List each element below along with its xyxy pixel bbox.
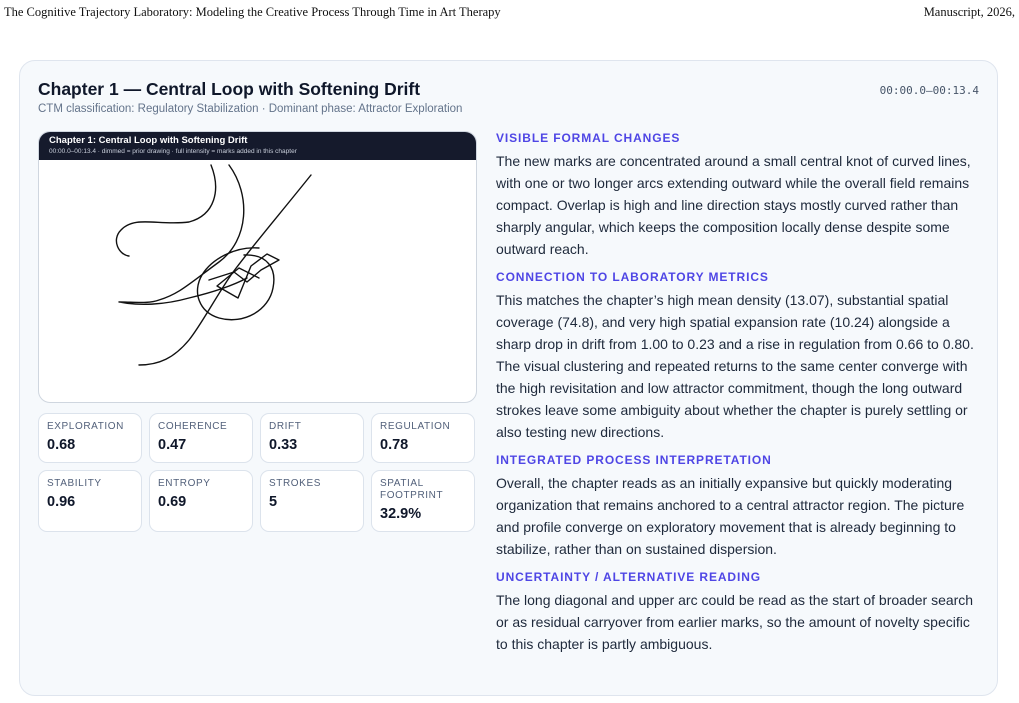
stroke-upper-hook <box>115 164 217 257</box>
section-body: This matches the chapter’s high mean den… <box>496 292 974 440</box>
section-body: The new marks are concentrated around a … <box>496 153 971 257</box>
metric-coherence: COHERENCE 0.47 <box>149 413 253 463</box>
section-body: The long diagonal and upper arc could be… <box>496 592 974 652</box>
drawing-header-legend: 00:00.0–00:13.4 · dimmed = prior drawing… <box>49 148 297 155</box>
metric-exploration: EXPLORATION 0.68 <box>38 413 142 463</box>
section-body: Overall, the chapter reads as an initial… <box>496 475 965 557</box>
metric-label: STROKES <box>269 478 321 489</box>
metric-label: REGULATION <box>380 421 451 432</box>
metric-label: COHERENCE <box>158 421 228 432</box>
drawing-canvas <box>115 164 312 366</box>
metric-value: 0.69 <box>158 494 187 510</box>
chapter-title: Chapter 1 — Central Loop with Softening … <box>38 79 421 99</box>
section-visible-formal-changes: VISIBLE FORMAL CHANGES The new marks are… <box>496 130 984 260</box>
stroke-long-diagonal <box>138 174 312 366</box>
running-header-venue: Manuscript, 2026, <box>923 5 1015 19</box>
metric-value: 0.47 <box>158 437 187 453</box>
section-integrated-interpretation: INTEGRATED PROCESS INTERPRETATION Overal… <box>496 452 984 560</box>
running-header-title: The Cognitive Trajectory Laboratory: Mod… <box>4 5 501 19</box>
metrics-grid: EXPLORATION 0.68 COHERENCE 0.47 DRIFT 0.… <box>38 413 477 532</box>
chapter-card: Chapter 1 — Central Loop with Softening … <box>19 60 998 696</box>
chapter-timecode: 00:00.0–00:13.4 <box>879 84 979 97</box>
metric-regulation: REGULATION 0.78 <box>371 413 475 463</box>
drawing-panel: Chapter 1: Central Loop with Softening D… <box>38 131 477 403</box>
metric-drift: DRIFT 0.33 <box>260 413 364 463</box>
stroke-central-knot <box>208 253 280 299</box>
metric-value: 0.96 <box>47 494 76 510</box>
metric-label: STABILITY <box>47 478 102 489</box>
metric-label: SPATIAL FOOTPRINT <box>380 478 444 501</box>
drawing-header-title: Chapter 1: Central Loop with Softening D… <box>49 135 248 146</box>
metric-label: DRIFT <box>269 421 302 432</box>
metric-stability: STABILITY 0.96 <box>38 470 142 532</box>
section-connection-to-metrics: CONNECTION TO LABORATORY METRICS This ma… <box>496 269 984 443</box>
metric-value: 5 <box>269 494 278 510</box>
metric-value: 0.78 <box>380 437 409 453</box>
metric-value: 0.33 <box>269 437 298 453</box>
interpretation-column: VISIBLE FORMAL CHANGES The new marks are… <box>496 130 984 664</box>
section-heading: VISIBLE FORMAL CHANGES <box>496 131 681 145</box>
metric-label: ENTROPY <box>158 478 211 489</box>
metric-value: 32.9% <box>380 506 422 522</box>
section-heading: UNCERTAINTY / ALTERNATIVE READING <box>496 570 762 584</box>
metric-value: 0.68 <box>47 437 76 453</box>
metric-strokes: STROKES 5 <box>260 470 364 532</box>
drawing-header: Chapter 1: Central Loop with Softening D… <box>39 132 476 160</box>
running-header: The Cognitive Trajectory Laboratory: Mod… <box>4 5 1015 20</box>
section-heading: INTEGRATED PROCESS INTERPRETATION <box>496 453 772 467</box>
metric-entropy: ENTROPY 0.69 <box>149 470 253 532</box>
metric-spatial-footprint: SPATIAL FOOTPRINT 32.9% <box>371 470 475 532</box>
section-uncertainty: UNCERTAINTY / ALTERNATIVE READING The lo… <box>496 569 984 655</box>
stroke-long-arc <box>118 164 248 305</box>
section-heading: CONNECTION TO LABORATORY METRICS <box>496 270 769 284</box>
chapter-classification: CTM classification: Regulatory Stabiliza… <box>38 103 463 115</box>
metric-label: EXPLORATION <box>47 421 124 432</box>
